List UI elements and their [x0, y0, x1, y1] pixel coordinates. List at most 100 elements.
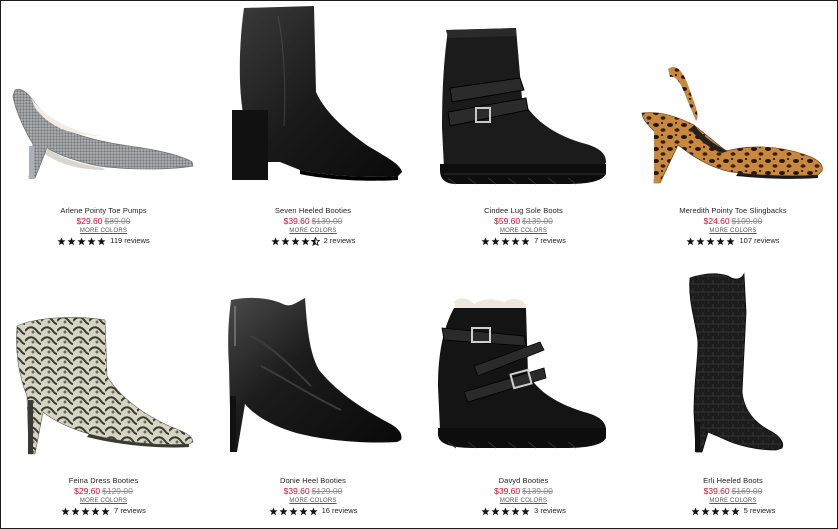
star-icon [91, 506, 100, 515]
product-name[interactable]: Meredith Pointy Toe Slingbacks [679, 206, 787, 215]
star-icon [57, 236, 66, 245]
price-row: $39.60 $129.00 [284, 486, 343, 497]
more-colors-link[interactable]: MORE COLORS [289, 227, 336, 236]
star-icon [310, 236, 320, 246]
product-card[interactable]: Erli Heeled Boots $39.60 $169.00 MORE COL… [628, 266, 838, 529]
review-count[interactable]: 5 reviews [744, 506, 776, 516]
more-colors-link[interactable]: MORE COLORS [80, 497, 127, 506]
sale-price: $59.60 [494, 216, 521, 226]
sale-price: $39.60 [494, 486, 521, 496]
star-rating [691, 506, 741, 516]
star-rating [61, 506, 111, 516]
product-card[interactable]: Arlene Pointy Toe Pumps $29.60 $89.00 MOR… [0, 0, 207, 266]
star-icon [696, 236, 706, 245]
product-name[interactable]: Feina Dress Booties [69, 476, 138, 485]
star-icon [716, 236, 726, 245]
star-rating [481, 506, 531, 516]
review-count[interactable]: 7 reviews [114, 506, 146, 516]
review-count[interactable]: 119 reviews [110, 236, 149, 246]
snake-bootie-icon [15, 317, 193, 455]
star-rating [481, 236, 531, 246]
sale-price: $24.60 [703, 216, 730, 226]
sale-price: $29.60 [74, 486, 101, 496]
price-row: $39.60 $139.00 [284, 216, 343, 227]
product-image[interactable] [419, 0, 628, 206]
star-icon [281, 236, 290, 245]
original-price: $129.00 [102, 486, 133, 496]
rating-row[interactable]: 107 reviews [686, 236, 780, 246]
star-rating [269, 506, 319, 516]
product-image[interactable] [628, 271, 838, 476]
more-colors-link[interactable]: MORE COLORS [289, 497, 336, 506]
review-count[interactable]: 3 reviews [534, 506, 566, 516]
rating-row[interactable]: 2 reviews [271, 236, 356, 246]
star-icon [299, 506, 308, 515]
star-icon [511, 506, 520, 515]
star-icon [501, 236, 510, 245]
product-card[interactable]: Meredith Pointy Toe Slingbacks $24.60 $10… [628, 0, 838, 266]
product-name[interactable]: Seven Heeled Booties [275, 206, 351, 215]
star-icon [309, 506, 318, 515]
star-icon [481, 506, 490, 515]
product-card[interactable]: Feina Dress Booties $29.60 $129.00 MORE C… [0, 266, 207, 529]
review-count[interactable]: 16 reviews [322, 506, 358, 516]
leopard-slingback-icon [641, 67, 823, 184]
product-image[interactable] [0, 0, 207, 206]
star-rating [57, 236, 107, 246]
star-icon [61, 506, 70, 515]
more-colors-link[interactable]: MORE COLORS [80, 227, 127, 236]
product-name[interactable]: Davyd Booties [499, 476, 549, 485]
original-price: $109.00 [731, 216, 763, 226]
product-name[interactable]: Arlene Pointy Toe Pumps [60, 206, 146, 215]
more-colors-link[interactable]: MORE COLORS [500, 497, 547, 506]
rating-row[interactable]: 16 reviews [269, 506, 358, 516]
rating-row[interactable]: 7 reviews [481, 236, 566, 246]
review-count[interactable]: 2 reviews [324, 236, 356, 246]
star-icon [521, 506, 530, 515]
silver-pump-icon [12, 88, 193, 179]
product-name[interactable]: Donie Heel Booties [280, 476, 346, 485]
croc-bootie-icon [227, 297, 401, 452]
black-bootie-icon [232, 6, 402, 181]
price-row: $24.60 $109.00 [704, 216, 763, 227]
product-card[interactable]: Cindee Lug Sole Boots $59.60 $139.00 MORE… [419, 0, 628, 266]
original-price: $89.00 [104, 216, 131, 226]
product-name[interactable]: Erli Heeled Boots [703, 476, 763, 485]
product-image[interactable] [207, 271, 419, 476]
more-colors-link[interactable]: MORE COLORS [709, 497, 756, 506]
star-icon [77, 236, 86, 245]
product-image[interactable] [207, 0, 419, 206]
sale-price: $39.60 [703, 486, 730, 496]
product-card[interactable]: Donie Heel Booties $39.60 $129.00 MORE CO… [207, 266, 419, 529]
product-image[interactable] [0, 271, 207, 476]
review-count[interactable]: 7 reviews [534, 236, 566, 246]
review-count[interactable]: 107 reviews [739, 236, 779, 246]
product-name[interactable]: Cindee Lug Sole Boots [484, 206, 563, 215]
star-rating [686, 236, 736, 246]
star-icon [501, 506, 510, 515]
product-card[interactable]: Seven Heeled Booties $39.60 $139.00 MORE … [207, 0, 419, 266]
sale-price: $39.60 [283, 216, 310, 226]
star-icon [87, 236, 96, 245]
star-icon [269, 506, 278, 515]
rating-row[interactable]: 7 reviews [61, 506, 146, 516]
product-card[interactable]: Davyd Booties $39.60 $139.00 MORE COLORS … [419, 266, 628, 529]
star-icon [291, 236, 300, 245]
star-icon [511, 236, 520, 245]
star-icon [521, 236, 530, 245]
rating-row[interactable]: 119 reviews [57, 236, 150, 246]
star-icon [491, 236, 500, 245]
rating-row[interactable]: 5 reviews [691, 506, 776, 516]
original-price: $139.00 [522, 216, 553, 226]
star-icon [691, 506, 700, 515]
price-row: $39.60 $169.00 [704, 486, 763, 497]
product-image[interactable] [419, 271, 628, 476]
rating-row[interactable]: 3 reviews [481, 506, 566, 516]
original-price: $139.00 [522, 486, 553, 496]
more-colors-link[interactable]: MORE COLORS [500, 227, 547, 236]
price-row: $29.60 $89.00 [77, 216, 131, 227]
lug-boot-icon [440, 28, 606, 185]
more-colors-link[interactable]: MORE COLORS [709, 227, 756, 236]
product-image[interactable] [628, 0, 838, 206]
original-price: $129.00 [311, 486, 343, 496]
